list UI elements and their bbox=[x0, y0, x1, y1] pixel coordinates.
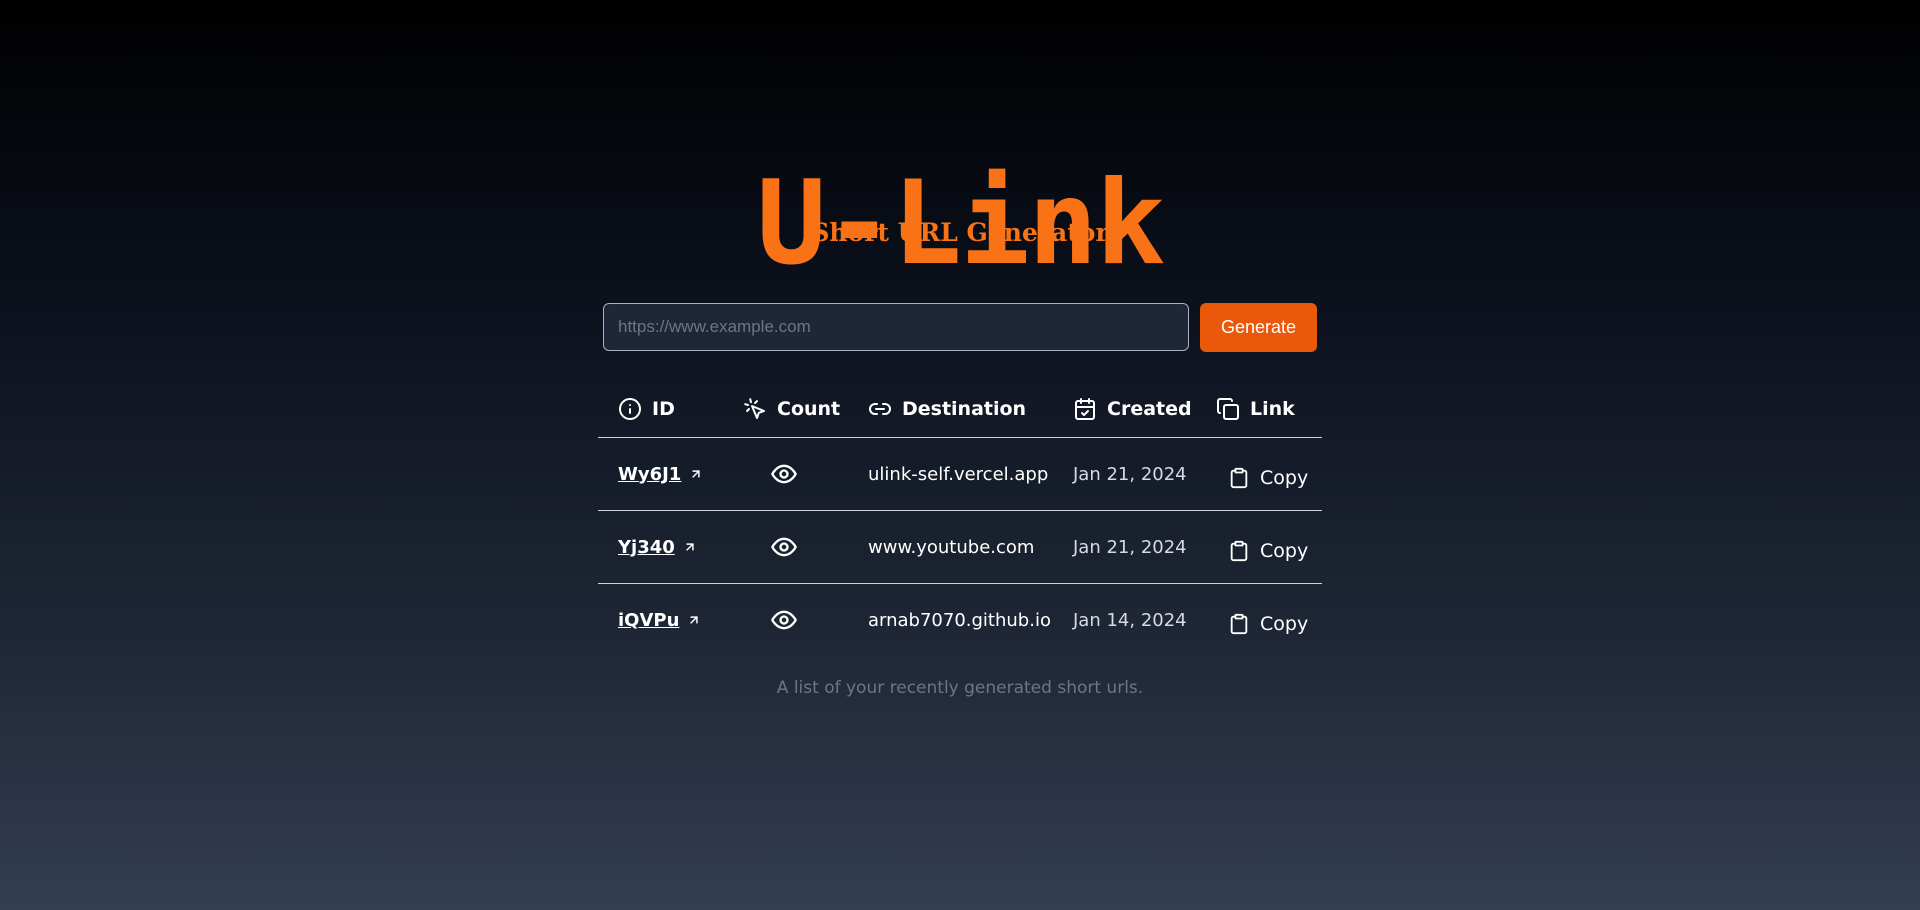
column-label: Link bbox=[1250, 397, 1295, 420]
destination-text: www.youtube.com bbox=[868, 536, 1035, 558]
copy-label: Copy bbox=[1260, 613, 1309, 635]
calendar-check-icon bbox=[1073, 397, 1107, 421]
created-cell: Jan 21, 2024 bbox=[1073, 511, 1187, 583]
column-label: Count bbox=[777, 397, 841, 420]
short-id-link[interactable]: Wy6J1 bbox=[618, 464, 681, 485]
short-id-link[interactable]: Yj340 bbox=[618, 537, 675, 558]
created-date: Jan 14, 2024 bbox=[1073, 609, 1187, 631]
link-icon bbox=[868, 397, 902, 421]
eye-icon[interactable] bbox=[770, 533, 798, 561]
column-created: Created bbox=[1073, 380, 1192, 437]
eye-icon[interactable] bbox=[770, 460, 798, 488]
column-label: Destination bbox=[902, 397, 1027, 420]
copy-button[interactable]: Copy bbox=[1228, 442, 1308, 514]
count-cell bbox=[770, 511, 798, 583]
column-label: ID bbox=[652, 397, 675, 420]
app-subtitle: Short URL Generator bbox=[811, 218, 1109, 247]
copy-button[interactable]: Copy bbox=[1228, 588, 1308, 660]
copy-button[interactable]: Copy bbox=[1228, 515, 1308, 587]
id-cell: Wy6J1 bbox=[618, 438, 703, 510]
copy-icon bbox=[1216, 397, 1250, 421]
url-input[interactable] bbox=[603, 303, 1189, 351]
destination-cell: arnab7070.github.io bbox=[868, 584, 1051, 656]
created-date: Jan 21, 2024 bbox=[1073, 463, 1187, 485]
created-cell: Jan 21, 2024 bbox=[1073, 438, 1187, 510]
external-link-icon[interactable] bbox=[689, 467, 703, 481]
table-caption: A list of your recently generated short … bbox=[776, 678, 1144, 698]
external-link-icon[interactable] bbox=[687, 613, 701, 627]
copy-label: Copy bbox=[1260, 467, 1309, 489]
info-icon bbox=[618, 397, 652, 421]
table-header: ID Count Destination Created Link bbox=[598, 380, 1322, 438]
generate-button[interactable]: Generate bbox=[1200, 303, 1317, 352]
short-id-link[interactable]: iQVPu bbox=[618, 610, 679, 631]
column-label: Created bbox=[1107, 397, 1192, 420]
clipboard-icon bbox=[1228, 466, 1250, 490]
destination-cell: www.youtube.com bbox=[868, 511, 1034, 583]
table-row: iQVPu arnab7070.github.io Jan 14, 2024 C… bbox=[598, 584, 1322, 656]
id-cell: iQVPu bbox=[618, 584, 701, 656]
destination-text: ulink-self.vercel.app bbox=[868, 463, 1049, 485]
cursor-click-icon bbox=[743, 397, 777, 421]
table-row: Wy6J1 ulink-self.vercel.app Jan 21, 2024 bbox=[598, 438, 1322, 511]
clipboard-icon bbox=[1228, 612, 1250, 636]
table-row: Yj340 www.youtube.com Jan 21, 2024 Copy bbox=[598, 511, 1322, 584]
column-link: Link bbox=[1216, 380, 1295, 437]
column-count: Count bbox=[743, 380, 840, 437]
column-destination: Destination bbox=[868, 380, 1026, 437]
count-cell bbox=[770, 438, 798, 510]
id-cell: Yj340 bbox=[618, 511, 697, 583]
clipboard-icon bbox=[1228, 539, 1250, 563]
external-link-icon[interactable] bbox=[683, 540, 697, 554]
count-cell bbox=[770, 584, 798, 656]
column-id: ID bbox=[618, 380, 675, 437]
copy-label: Copy bbox=[1260, 540, 1309, 562]
links-table: ID Count Destination Created Link Wy6J1 … bbox=[598, 380, 1322, 656]
created-cell: Jan 14, 2024 bbox=[1073, 584, 1187, 656]
destination-text: arnab7070.github.io bbox=[868, 609, 1051, 631]
eye-icon[interactable] bbox=[770, 606, 798, 634]
created-date: Jan 21, 2024 bbox=[1073, 536, 1187, 558]
destination-cell: ulink-self.vercel.app bbox=[868, 438, 1048, 510]
